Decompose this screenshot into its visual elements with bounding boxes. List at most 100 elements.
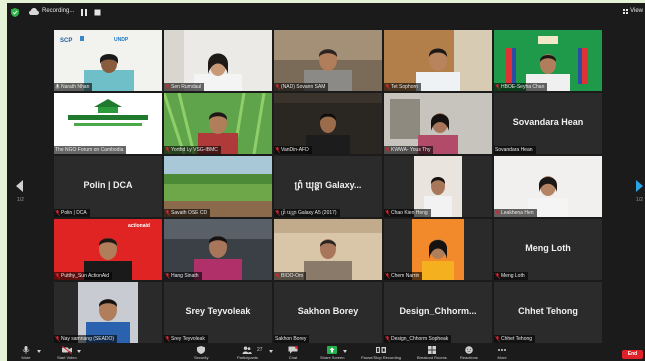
participant-tile[interactable]: (NAD) Sovann SAM xyxy=(274,30,382,91)
participant-name: Sen Rumdaul xyxy=(171,84,202,90)
participant-nametag: Leakhena Hen xyxy=(494,209,537,217)
participant-video xyxy=(54,282,162,343)
audio-options-caret-icon[interactable] xyxy=(37,350,41,353)
more-label: More xyxy=(497,355,507,360)
muted-microphone-icon xyxy=(495,210,500,216)
participant-tile-no-video[interactable]: Meng Loth Meng Loth xyxy=(494,219,602,280)
end-meeting-button[interactable]: End xyxy=(622,350,643,359)
participant-tile-no-video[interactable]: Design_Chhorm... Design_Chhorm Sopheak xyxy=(384,282,492,343)
participant-name: Sakhon Borey xyxy=(275,336,307,342)
participant-tile[interactable]: Leakhena Hen xyxy=(494,156,602,217)
participant-tile[interactable]: Nay samnang (SEADO) xyxy=(54,282,162,343)
participant-name: Putthy_Sun ActionAid xyxy=(61,273,110,279)
participant-video xyxy=(164,30,272,91)
participant-tile-no-video[interactable]: Chhet Tehong Chhet Tehong xyxy=(494,282,602,343)
stop-recording-icon[interactable] xyxy=(94,9,101,16)
share-options-caret-icon[interactable] xyxy=(343,350,347,353)
participant-tile-no-video[interactable]: ព្រំ ឃុន្ថា Galaxy... ព្រំ ឃុន្ថា Galaxy… xyxy=(274,156,382,217)
muted-microphone-icon xyxy=(385,147,390,153)
chat-button[interactable]: Chat xyxy=(288,346,298,360)
participant-name: Chem Narrin xyxy=(391,273,420,279)
participant-tile[interactable]: SCP UNDP Narath Nhan xyxy=(54,30,162,91)
participant-tile-no-video[interactable]: Polin | DCA Polin | DCA xyxy=(54,156,162,217)
security-label: Security xyxy=(194,355,209,360)
video-off-icon xyxy=(61,346,72,354)
participant-name: (NAD) Sovann SAM xyxy=(281,84,326,90)
participant-tile-no-video[interactable]: Sakhon Borey Sakhon Borey xyxy=(274,282,382,343)
participant-nametag: Savath OSE CD xyxy=(164,209,211,217)
video-options-caret-icon[interactable] xyxy=(77,350,81,353)
svg-text:UNDP: UNDP xyxy=(114,37,129,43)
participant-tile-no-video[interactable]: Sovandara Hean Sovandara Hean xyxy=(494,93,602,154)
muted-microphone-icon xyxy=(385,84,390,90)
participants-button[interactable]: Participants xyxy=(237,346,258,360)
cloud-recording-icon xyxy=(29,8,39,15)
reactions-button[interactable]: Reactions xyxy=(460,346,478,360)
participant-tile-active-speaker[interactable]: The NGO Forum on Cambodia xyxy=(54,93,162,154)
share-screen-button[interactable]: Share Screen xyxy=(320,346,344,360)
participant-nametag: Chhet Tehong xyxy=(494,335,536,343)
participant-video xyxy=(164,219,272,280)
more-button[interactable]: More xyxy=(497,346,507,360)
participant-video xyxy=(164,93,272,154)
start-video-button[interactable]: Start Video xyxy=(57,346,77,360)
shield-icon[interactable] xyxy=(11,8,19,17)
pause-recording-icon[interactable] xyxy=(80,9,88,16)
participant-video xyxy=(274,93,382,154)
participant-name: Leakhena Hen xyxy=(501,210,534,216)
participants-caret-icon[interactable] xyxy=(269,350,273,353)
participant-tile[interactable]: Hang Sinath xyxy=(164,219,272,280)
participant-nametag: Srey Teyvoleak xyxy=(164,335,208,343)
participant-name: KWWA- Yous Thy xyxy=(391,147,431,153)
participant-tile[interactable]: HBOE-Seyha Chan xyxy=(494,30,602,91)
participant-nametag: Chao Kien Heng xyxy=(384,209,431,217)
muted-microphone-icon xyxy=(165,147,170,153)
participant-tile[interactable]: Savath OSE CD xyxy=(164,156,272,217)
view-button[interactable]: View xyxy=(623,8,643,14)
participant-tile-no-video[interactable]: Srey Teyvoleak Srey Teyvoleak xyxy=(164,282,272,343)
security-button[interactable]: Security xyxy=(194,346,208,360)
previous-page-arrow-icon[interactable] xyxy=(16,180,24,192)
participant-tile[interactable]: Chem Narrin xyxy=(384,219,492,280)
participant-nametag: Meng Loth xyxy=(494,272,528,280)
top-bar: Recording... View xyxy=(7,3,645,21)
pause-stop-recording-button[interactable]: Pause/Stop Recording xyxy=(361,346,401,360)
breakout-rooms-button[interactable]: Breakout Rooms xyxy=(417,346,447,360)
participant-tile[interactable]: Yorthd Ly VSG-IBMC xyxy=(164,93,272,154)
participant-nametag: HBOE-Seyha Chan xyxy=(494,83,548,91)
svg-text:actionaid: actionaid xyxy=(128,223,150,229)
participant-tile[interactable]: Chao Kien Heng xyxy=(384,156,492,217)
participant-nametag: Sen Rumdaul xyxy=(164,83,205,91)
participant-video xyxy=(494,156,602,217)
participant-tile[interactable]: actionaid Putthy_Sun ActionAid xyxy=(54,219,162,280)
recording-status: Recording... xyxy=(42,8,75,14)
participant-display-name: ព្រំ ឃុន្ថា Galaxy... xyxy=(294,180,362,190)
participant-display-name: Design_Chhorm... xyxy=(399,306,477,316)
mute-label: Mute xyxy=(21,355,31,360)
participants-count: 27 xyxy=(257,347,263,353)
participants-icon xyxy=(242,346,253,354)
participant-name: BIOO-Om xyxy=(281,273,304,279)
gallery-view-icon xyxy=(623,8,629,14)
participant-name: Savath OSE CD xyxy=(171,210,208,216)
participant-name: Nay samnang (SEADO) xyxy=(61,336,115,342)
muted-microphone-icon xyxy=(385,273,390,279)
participant-nametag: Chem Narrin xyxy=(384,272,423,280)
microphone-icon xyxy=(22,346,30,354)
participant-tile[interactable]: Sen Rumdaul xyxy=(164,30,272,91)
muted-microphone-icon xyxy=(275,273,280,279)
meeting-toolbar: Mute Start Video Security Participants 2… xyxy=(7,344,645,361)
share-label: Share Screen xyxy=(320,355,345,360)
participant-tile[interactable]: Tet Sophorn xyxy=(384,30,492,91)
participant-video: SCP UNDP xyxy=(54,30,162,91)
chat-label: Chat xyxy=(288,355,298,360)
participant-name: Chhet Tehong xyxy=(501,336,533,342)
participant-tile[interactable]: KWWA- Yous Thy xyxy=(384,93,492,154)
next-page-arrow-icon[interactable] xyxy=(635,180,643,192)
participants-label: Participants xyxy=(237,355,258,360)
participant-tile[interactable]: BIOO-Om xyxy=(274,219,382,280)
breakout-label: Breakout Rooms xyxy=(417,355,447,360)
mute-button[interactable]: Mute xyxy=(21,346,31,360)
pause-stop-icon xyxy=(376,347,387,353)
participant-tile[interactable]: VanDin-AFD xyxy=(274,93,382,154)
